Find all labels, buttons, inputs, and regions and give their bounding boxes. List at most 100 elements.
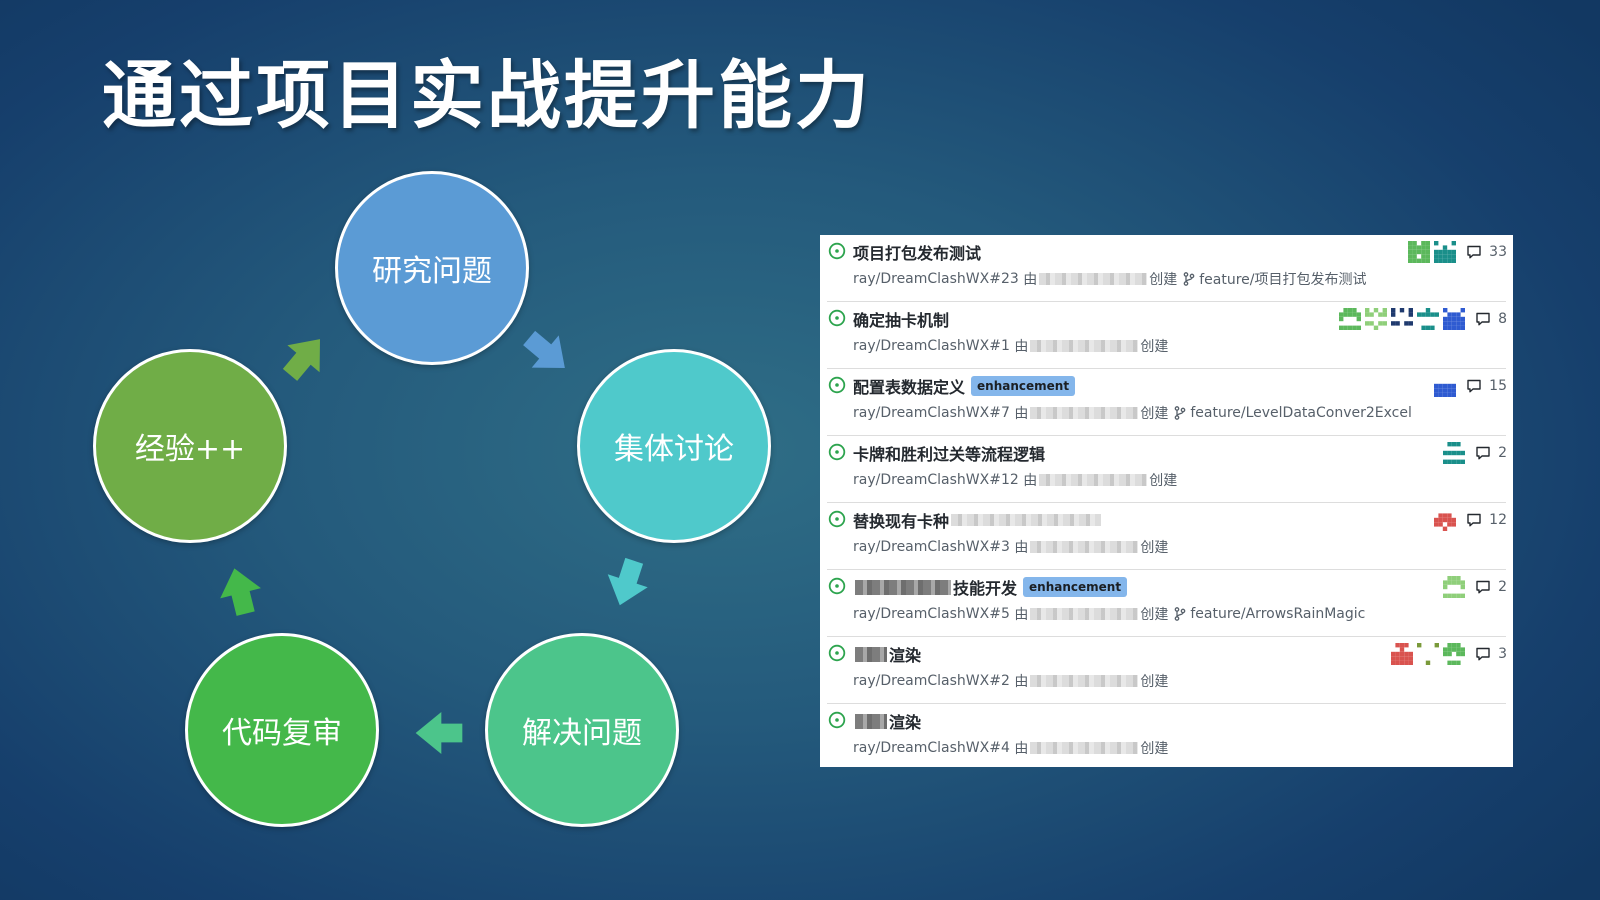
issue-row[interactable]: 技能开发 enhancement ray/DreamClashWX#5 由 创建 fea… xyxy=(820,570,1513,637)
issue-by-text: 由 xyxy=(1014,540,1029,556)
issue-by-text: 由 xyxy=(1014,674,1029,690)
process-cycle-diagram: 研究问题 集体讨论 解决问题 代码复审 经验++ xyxy=(0,0,800,900)
issue-row[interactable]: 渲染 ray/DreamClashWX#4 由 创建 xyxy=(820,704,1513,771)
avatar-icon[interactable] xyxy=(1417,308,1440,330)
comment-icon[interactable] xyxy=(1466,378,1482,394)
issue-open-icon xyxy=(828,644,846,662)
issue-meta: ray/DreamClashWX#3 由 创建 xyxy=(853,537,1168,557)
issue-list-screenshot: 项目打包发布测试 ray/DreamClashWX#23 由创建 feature/项… xyxy=(820,235,1513,767)
comment-icon[interactable] xyxy=(1466,512,1482,528)
issue-open-icon xyxy=(828,510,846,528)
issue-meta: ray/DreamClashWX#4 由 创建 xyxy=(853,738,1168,758)
issue-repo-ref[interactable]: ray/DreamClashWX#1 xyxy=(853,338,1010,354)
redacted-text xyxy=(855,713,887,729)
avatar-icon[interactable] xyxy=(1391,643,1414,665)
avatar-icon[interactable] xyxy=(1434,241,1457,263)
issue-title-link[interactable]: 渲染 xyxy=(889,709,921,733)
branch-icon xyxy=(1174,607,1186,621)
issue-title-link[interactable]: 卡牌和胜利过关等流程逻辑 xyxy=(853,441,1045,465)
comment-icon[interactable] xyxy=(1466,244,1482,260)
label-enhancement[interactable]: enhancement xyxy=(1023,577,1128,597)
issue-title-line: 技能开发 enhancement xyxy=(853,575,1128,599)
comment-count[interactable]: 2 xyxy=(1498,579,1507,595)
avatar-icon[interactable] xyxy=(1408,241,1431,263)
redacted-text xyxy=(951,514,1102,526)
avatar-icon[interactable] xyxy=(1443,576,1466,598)
issue-by-text: 由 xyxy=(1023,272,1038,288)
comment-count[interactable]: 3 xyxy=(1498,646,1507,662)
issue-title-line: 卡牌和胜利过关等流程逻辑 xyxy=(853,442,1045,464)
cycle-node-label: 经验++ xyxy=(134,432,246,467)
issue-branch-name[interactable]: feature/ArrowsRainMagic xyxy=(1190,606,1365,622)
issue-title-line: 渲染 xyxy=(853,643,921,665)
issue-repo-ref[interactable]: ray/DreamClashWX#23 xyxy=(853,271,1019,287)
issue-created-text: 创建 xyxy=(1149,272,1178,288)
issue-row[interactable]: 卡牌和胜利过关等流程逻辑 ray/DreamClashWX#12 由 创建 2 xyxy=(820,436,1513,503)
comment-count[interactable]: 8 xyxy=(1498,311,1507,327)
redacted-text xyxy=(1030,407,1139,419)
issue-title-line: 确定抽卡机制 xyxy=(853,308,949,330)
comment-icon[interactable] xyxy=(1475,445,1491,461)
issue-meta: ray/DreamClashWX#2 由 创建 xyxy=(853,671,1168,691)
issue-created-text: 创建 xyxy=(1140,607,1169,623)
issue-created-text: 创建 xyxy=(1140,406,1169,422)
arrow-to-review-icon xyxy=(415,712,463,754)
redacted-text xyxy=(1039,273,1148,285)
issue-title-line: 替换现有卡种 xyxy=(853,509,1103,531)
avatar-icon[interactable] xyxy=(1443,643,1466,665)
issue-row[interactable]: 渲染 ray/DreamClashWX#2 由 创建 3 xyxy=(820,637,1513,704)
issue-by-text: 由 xyxy=(1014,607,1029,623)
issue-title-link[interactable]: 确定抽卡机制 xyxy=(853,307,949,331)
issue-repo-ref[interactable]: ray/DreamClashWX#5 xyxy=(853,606,1010,622)
issue-title-link[interactable]: 技能开发 xyxy=(953,575,1017,599)
issue-repo-ref[interactable]: ray/DreamClashWX#4 xyxy=(853,740,1010,756)
issue-created-text: 创建 xyxy=(1149,473,1178,489)
issue-open-icon xyxy=(828,443,846,461)
avatar-icon[interactable] xyxy=(1434,375,1457,397)
issue-repo-ref[interactable]: ray/DreamClashWX#7 xyxy=(853,405,1010,421)
avatar-icon[interactable] xyxy=(1391,308,1414,330)
issue-meta: ray/DreamClashWX#23 由 创建 feature/项目打包发布测试 xyxy=(853,269,1367,289)
arrow-to-solve-icon xyxy=(607,557,648,606)
issue-title-link[interactable]: 配置表数据定义 xyxy=(853,374,965,398)
issue-right-meta: 8 xyxy=(1339,308,1507,330)
issue-title-link[interactable]: 替换现有卡种 xyxy=(853,508,949,532)
issue-repo-ref[interactable]: ray/DreamClashWX#12 xyxy=(853,472,1019,488)
branch-icon xyxy=(1183,272,1195,286)
cycle-node-label: 研究问题 xyxy=(372,254,492,289)
avatar-icon[interactable] xyxy=(1417,643,1440,665)
issue-repo-ref[interactable]: ray/DreamClashWX#3 xyxy=(853,539,1010,555)
issue-right-meta: 15 xyxy=(1434,375,1507,397)
issue-row[interactable]: 替换现有卡种 ray/DreamClashWX#3 由 创建 12 xyxy=(820,503,1513,570)
avatar-icon[interactable] xyxy=(1339,308,1362,330)
label-enhancement[interactable]: enhancement xyxy=(971,376,1076,396)
issue-right-meta: 33 xyxy=(1408,241,1507,263)
issue-row[interactable]: 配置表数据定义 enhancement ray/DreamClashWX#7 由 创建… xyxy=(820,369,1513,436)
comment-count[interactable]: 15 xyxy=(1489,378,1507,394)
comment-icon[interactable] xyxy=(1475,579,1491,595)
avatar-icon[interactable] xyxy=(1443,308,1466,330)
issue-branch-name[interactable]: feature/LevelDataConver2Excel xyxy=(1190,405,1412,421)
issue-row[interactable]: 确定抽卡机制 ray/DreamClashWX#1 由 创建 8 xyxy=(820,302,1513,369)
arrow-to-research-icon xyxy=(282,339,320,381)
issue-title-line: 项目打包发布测试 xyxy=(853,241,981,263)
comment-icon[interactable] xyxy=(1475,646,1491,662)
comment-count[interactable]: 12 xyxy=(1489,512,1507,528)
issue-title-link[interactable]: 渲染 xyxy=(889,642,921,666)
issue-branch-name[interactable]: feature/项目打包发布测试 xyxy=(1199,269,1366,289)
cycle-node-research: 研究问题 xyxy=(335,171,529,365)
issue-right-meta: 2 xyxy=(1443,442,1507,464)
arrow-to-experience-icon xyxy=(220,568,261,616)
avatar-icon[interactable] xyxy=(1434,509,1457,531)
comment-count[interactable]: 33 xyxy=(1489,244,1507,260)
comment-count[interactable]: 2 xyxy=(1498,445,1507,461)
issue-repo-ref[interactable]: ray/DreamClashWX#2 xyxy=(853,673,1010,689)
issue-title-line: 渲染 xyxy=(853,710,921,732)
avatar-icon[interactable] xyxy=(1443,442,1466,464)
issue-row[interactable]: 项目打包发布测试 ray/DreamClashWX#23 由 创建 feature/项… xyxy=(820,235,1513,302)
comment-icon[interactable] xyxy=(1475,311,1491,327)
issue-open-icon xyxy=(828,309,846,327)
issue-title-link[interactable]: 项目打包发布测试 xyxy=(853,240,981,264)
avatar-icon[interactable] xyxy=(1365,308,1388,330)
issue-created-text: 创建 xyxy=(1140,741,1169,757)
